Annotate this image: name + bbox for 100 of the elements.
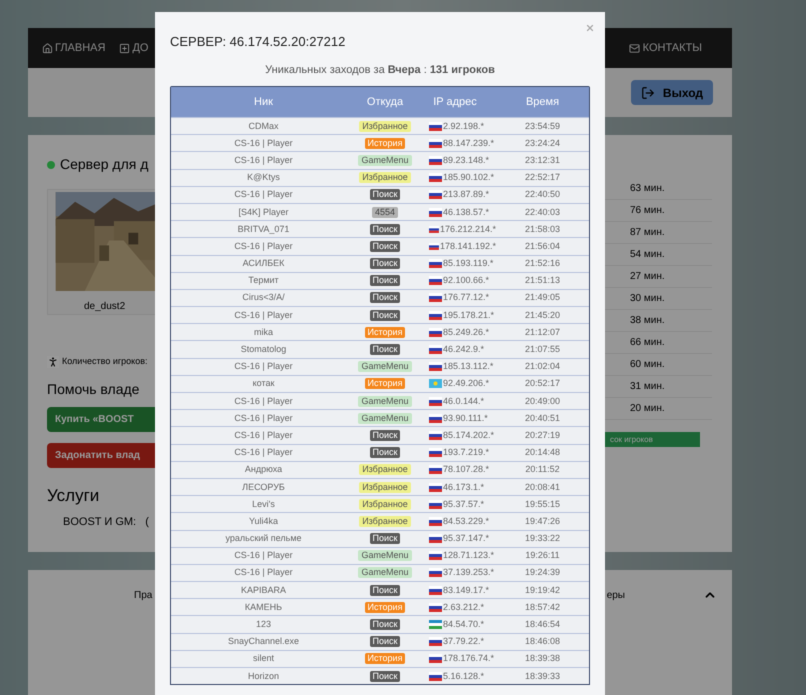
flag-icon — [429, 551, 442, 560]
flag-icon — [429, 414, 442, 423]
nick-cell: CS-16 | Player — [234, 189, 293, 200]
time-cell: 21:52:16 — [524, 258, 560, 270]
time-cell: 19:24:39 — [524, 567, 560, 578]
nick-cell: уральский пельме — [225, 533, 302, 544]
ip-cell: 193.7.219.* — [443, 447, 490, 458]
source-badge: GameMenu — [358, 154, 412, 166]
ip-cell: 178.141.192.* — [440, 240, 496, 252]
ip-cell: 85.174.202.* — [443, 430, 494, 441]
minutes-cell-text: 63 мин. — [630, 182, 665, 196]
ip-cell: 85.249.26.* — [443, 326, 490, 338]
time-cell: 18:39:33 — [524, 670, 560, 682]
nick-cell: CS-16 | Player — [234, 430, 293, 441]
time-cell: 18:46:54 — [524, 619, 560, 630]
footer-text: Пра — [134, 589, 152, 603]
modal-title: СЕРВЕР: 46.174.52.20:27212 — [170, 34, 346, 50]
ip-cell: 195.178.21.* — [443, 310, 494, 321]
flag-icon — [429, 362, 442, 372]
source-badge: История — [364, 138, 406, 149]
column-header: Время — [526, 94, 560, 110]
source-badge: Избранное — [359, 516, 411, 527]
flag-icon — [429, 345, 442, 354]
time-cell: 23:12:31 — [524, 154, 560, 166]
logout-icon — [640, 86, 655, 100]
ip-cell: 176.212.214.* — [440, 224, 496, 235]
time-cell: 22:52:17 — [524, 172, 560, 184]
visits-summary: Уникальных заходов за Вчера : 131 игроков — [265, 64, 495, 76]
time-cell: 20:27:19 — [524, 430, 560, 441]
services-title: Услуги — [47, 484, 100, 506]
time-cell: 21:51:13 — [524, 275, 560, 286]
mail-icon — [628, 42, 640, 54]
time-cell: 18:46:08 — [524, 636, 560, 648]
ip-cell: 84.53.229.* — [443, 516, 490, 527]
nick-cell: CS-16 | Player — [234, 396, 293, 407]
nav-link[interactable]: ДО — [119, 40, 148, 56]
time-cell: 18:39:38 — [524, 653, 560, 664]
source-badge: Поиск — [370, 670, 400, 682]
flag-icon — [429, 465, 442, 474]
services-text: BOOST И GM: ( — [62, 515, 150, 530]
ip-cell: 46.0.144.* — [443, 396, 484, 407]
flag-icon — [429, 516, 442, 526]
buy-boost-button[interactable]: Купить «BOOST — [47, 406, 155, 432]
source-badge: Поиск — [370, 240, 400, 252]
nick-cell: ЛЕСОРУБ — [242, 482, 285, 493]
flag-icon — [429, 396, 442, 406]
nick-cell: SnayChannel.exe — [228, 636, 300, 648]
donate-button[interactable]: Задонатить влад — [47, 442, 155, 468]
nick-cell: CS-16 | Player — [234, 310, 293, 321]
close-icon[interactable] — [585, 23, 595, 33]
nav-link[interactable]: ГЛАВНАЯ — [42, 40, 106, 56]
ip-cell: 185.13.112.* — [443, 361, 494, 372]
time-cell: 20:52:17 — [524, 378, 560, 390]
source-badge: GameMenu — [358, 396, 412, 407]
minutes-cell-text: 54 мин. — [630, 248, 665, 262]
source-badge: GameMenu — [358, 361, 412, 372]
nick-cell: mika — [254, 326, 273, 338]
source-badge: История — [364, 653, 406, 664]
source-badge: История — [364, 602, 406, 613]
nick-cell: [S4K] Player — [238, 206, 289, 218]
footer-text: еры — [606, 589, 625, 603]
nick-cell: Андрюха — [244, 464, 282, 476]
ip-cell: 2.63.212.* — [443, 602, 484, 613]
flag-icon — [429, 448, 442, 458]
minutes-cell-text: 31 мин. — [630, 380, 665, 394]
column-header: Откуда — [366, 94, 404, 110]
flag-icon — [429, 276, 442, 286]
flag-icon — [429, 430, 442, 440]
minutes-cell-text: 38 мин. — [630, 314, 665, 328]
nick-cell: Stomatolog — [240, 344, 286, 356]
time-cell: 19:47:26 — [524, 516, 560, 527]
time-cell: 23:54:59 — [524, 120, 560, 132]
flag-icon — [429, 586, 442, 595]
flag-icon — [429, 208, 442, 217]
flag-icon — [429, 138, 442, 148]
minutes-cell-text: 66 мин. — [630, 336, 665, 350]
minutes-cell-text: 76 мин. — [630, 204, 665, 218]
nav-link[interactable]: КОНТАКТЫ — [628, 40, 702, 56]
nick-cell: Levi's — [252, 498, 275, 510]
source-badge: Избранное — [359, 120, 411, 132]
ip-cell: 46.173.1.* — [443, 482, 484, 493]
players-label: Количество игроков: — [62, 355, 148, 368]
source-badge: Поиск — [370, 292, 400, 304]
ip-cell: 83.149.17.* — [443, 584, 490, 596]
nick-cell: CDMax — [248, 120, 278, 132]
nick-cell: Horizon — [248, 670, 279, 682]
source-badge: 4554 — [372, 206, 398, 218]
source-badge: Избранное — [359, 482, 411, 493]
flag-icon — [429, 500, 442, 509]
source-badge: Поиск — [370, 447, 400, 458]
time-cell: 19:26:11 — [525, 550, 560, 562]
source-badge: GameMenu — [358, 567, 412, 578]
nick-cell: K@Ktys — [247, 172, 280, 184]
flag-icon — [429, 602, 442, 612]
source-badge: Избранное — [359, 172, 411, 184]
flag-icon — [429, 190, 442, 200]
flag-icon — [429, 379, 442, 388]
logout-button[interactable]: Выход — [630, 80, 713, 105]
flag-icon — [429, 568, 442, 578]
flag-icon — [429, 328, 442, 337]
